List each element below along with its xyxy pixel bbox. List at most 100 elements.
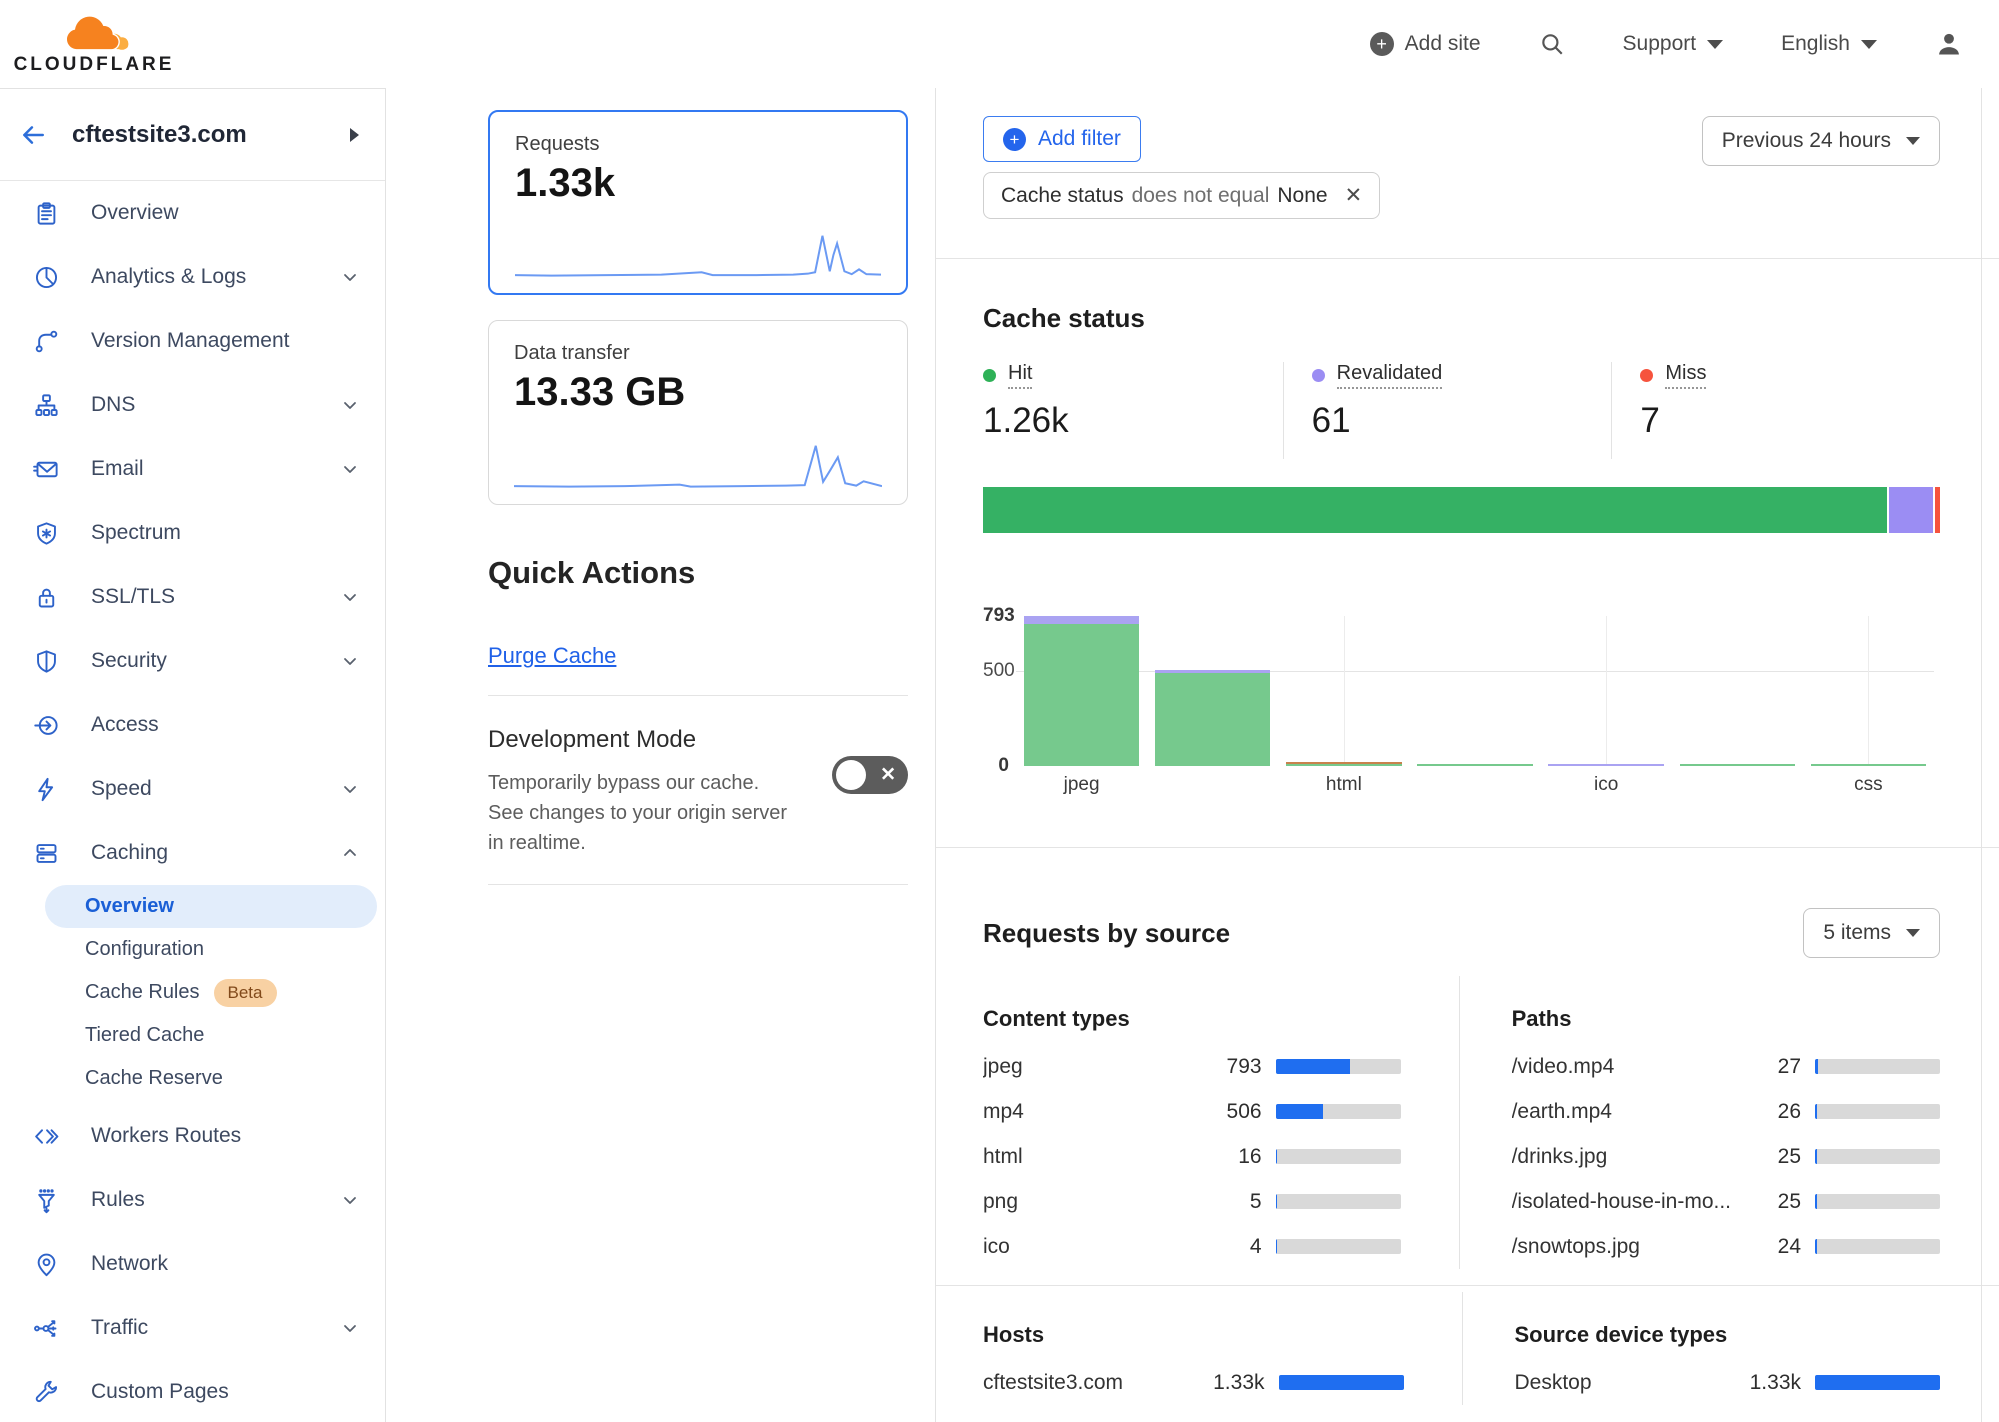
legend-label[interactable]: Miss <box>1665 362 1706 389</box>
sidebar-item-spectrum[interactable]: Spectrum <box>0 501 385 565</box>
x-axis-label: css <box>1803 774 1934 796</box>
legend-label[interactable]: Revalidated <box>1337 362 1443 389</box>
language-menu[interactable]: English <box>1781 32 1877 56</box>
chevron-down-icon <box>341 396 359 414</box>
summary-card-data-transfer[interactable]: Data transfer13.33 GB <box>488 320 908 505</box>
bar-segment-hit <box>1680 764 1795 766</box>
sidebar-item-traffic[interactable]: Traffic <box>0 1296 385 1360</box>
sidebar-subitem-label: Cache Reserve <box>85 1067 223 1090</box>
sidebar-item-ssl-tls[interactable]: SSL/TLS <box>0 565 385 629</box>
bar-ico[interactable] <box>1548 764 1663 766</box>
site-header: cftestsite3.com <box>0 89 385 181</box>
x-axis-label <box>1672 774 1803 796</box>
bar-jpeg[interactable] <box>1024 616 1139 766</box>
sidebar-item-overview[interactable]: Overview <box>0 181 385 245</box>
sidebar-item-dns[interactable]: DNS <box>0 373 385 437</box>
chevron-down-icon <box>341 780 359 798</box>
sidebar-subitem-label: Overview <box>85 895 174 918</box>
sidebar-item-security[interactable]: Security <box>0 629 385 693</box>
bar-html[interactable] <box>1286 762 1401 766</box>
development-mode-toggle[interactable]: ✕ <box>832 756 908 794</box>
dns-icon <box>33 392 60 419</box>
plus-circle-icon: + <box>1370 32 1394 56</box>
cache-status-stacked-bar <box>983 487 1940 533</box>
sidebar-subitem-configuration[interactable]: Configuration <box>45 928 377 971</box>
row-label: /snowtops.jpg <box>1512 1235 1731 1259</box>
table-row: Desktop1.33k <box>1515 1360 1941 1405</box>
sidebar-subitem-tiered-cache[interactable]: Tiered Cache <box>45 1014 377 1057</box>
sidebar-item-caching[interactable]: Caching <box>0 821 385 885</box>
chevron-down-icon <box>341 652 359 670</box>
row-bar-fill <box>1276 1149 1278 1164</box>
sidebar-item-label: Overview <box>91 201 359 225</box>
purge-cache-link[interactable]: Purge Cache <box>488 643 616 669</box>
sidebar-item-analytics-logs[interactable]: Analytics & Logs <box>0 245 385 309</box>
sidebar-subitem-cache-rules[interactable]: Cache RulesBeta <box>45 971 377 1014</box>
summary-card-requests[interactable]: Requests1.33k <box>488 110 908 295</box>
sidebar-item-workers-routes[interactable]: Workers Routes <box>0 1104 385 1168</box>
bar-segment-revalidated <box>1548 764 1663 766</box>
x-axis-label: ico <box>1541 774 1672 796</box>
legend-dot-icon <box>1640 369 1653 382</box>
sidebar-subitem-cache-reserve[interactable]: Cache Reserve <box>45 1057 377 1100</box>
sidebar-item-custom-pages[interactable]: Custom Pages <box>0 1360 385 1422</box>
sidebar-item-email[interactable]: Email <box>0 437 385 501</box>
sidebar-item-access[interactable]: Access <box>0 693 385 757</box>
overview-icon <box>33 200 60 227</box>
row-label: html <box>983 1145 1192 1169</box>
chevron-down-icon <box>341 460 359 478</box>
sidebar-subitem-label: Configuration <box>85 938 204 961</box>
bar-item[interactable] <box>1680 764 1795 766</box>
sidebar-item-rules[interactable]: Rules <box>0 1168 385 1232</box>
account-menu[interactable] <box>1935 30 1963 58</box>
divider <box>488 884 908 885</box>
cache-status-legend: Hit1.26kRevalidated61Miss7 <box>983 362 1940 459</box>
search-button[interactable] <box>1539 31 1565 57</box>
bar-mp4[interactable] <box>1155 670 1270 766</box>
chart-x-labels: jpeghtmlicocss <box>1016 774 1934 796</box>
chevron-down-icon <box>1861 40 1877 49</box>
sidebar-item-label: DNS <box>91 393 310 417</box>
chevron-right-icon[interactable] <box>350 128 359 142</box>
row-label: jpeg <box>983 1055 1192 1079</box>
add-site-label: Add site <box>1405 32 1481 56</box>
divider <box>488 695 908 696</box>
bar-css[interactable] <box>1811 764 1926 766</box>
row-bar-track <box>1815 1149 1940 1164</box>
sidebar-subitem-overview[interactable]: Overview <box>45 885 377 928</box>
card-label: Requests <box>515 133 881 156</box>
bar-slot <box>1016 616 1147 766</box>
row-value: 25 <box>1731 1190 1801 1214</box>
sidebar-item-speed[interactable]: Speed <box>0 757 385 821</box>
y-axis-tick: 500 <box>983 660 1009 682</box>
sidebar-item-label: Network <box>91 1252 359 1276</box>
source-tables-bottom: Hostscftestsite3.com1.33kSource device t… <box>983 1292 1940 1405</box>
bar-segment-hit <box>1286 764 1401 766</box>
y-axis-tick: 793 <box>983 605 1009 627</box>
sidebar-item-version-management[interactable]: Version Management <box>0 309 385 373</box>
items-count-dropdown[interactable]: 5 items <box>1803 908 1940 958</box>
back-arrow-icon[interactable] <box>20 122 46 148</box>
main-layout: cftestsite3.com Overview Analytics & Logs… <box>0 88 1999 1422</box>
caching-icon <box>33 840 60 867</box>
row-value: 1.33k <box>1731 1371 1801 1395</box>
legend-label[interactable]: Hit <box>1008 362 1032 389</box>
bar-png[interactable] <box>1417 764 1532 766</box>
traffic-icon <box>33 1315 60 1342</box>
add-filter-button[interactable]: + Add filter <box>983 116 1141 162</box>
time-range-dropdown[interactable]: Previous 24 hours <box>1702 116 1940 166</box>
table-row: /isolated-house-in-mo...25 <box>1512 1179 1940 1224</box>
table-row: jpeg793 <box>983 1044 1401 1089</box>
sidebar-item-network[interactable]: Network <box>0 1232 385 1296</box>
close-icon[interactable]: ✕ <box>1345 183 1363 208</box>
table-row: html16 <box>983 1134 1401 1179</box>
row-value: 26 <box>1731 1100 1801 1124</box>
cloudflare-logo[interactable]: CLOUDFLARE <box>14 12 174 76</box>
filter-chip[interactable]: Cache status does not equal None ✕ <box>983 172 1380 219</box>
support-menu[interactable]: Support <box>1623 32 1724 56</box>
table-row: /drinks.jpg25 <box>1512 1134 1940 1179</box>
requests-by-source-header: Requests by source 5 items <box>983 896 1940 970</box>
table-row: cftestsite3.com1.33k <box>983 1360 1404 1405</box>
row-label: ico <box>983 1235 1192 1259</box>
add-site-button[interactable]: + Add site <box>1370 32 1481 56</box>
